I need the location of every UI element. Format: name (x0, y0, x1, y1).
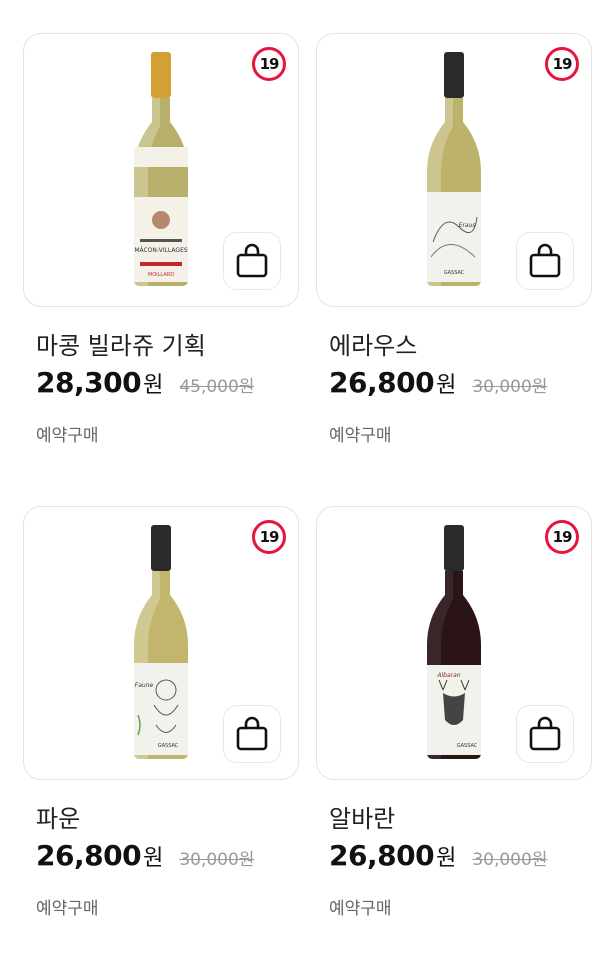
preorder-tag: 예약구매 (329, 426, 392, 446)
bottle-brand-text: GASSAC (457, 743, 478, 749)
product-thumbnail[interactable]: Albaran GASSAC 19 (316, 506, 592, 780)
bottle-brand-text: MOILLARD (148, 272, 174, 278)
age-restriction-badge: 19 (252, 520, 286, 554)
product-thumbnail[interactable]: MÂCON-VILLAGES MOILLARD 19 (23, 33, 299, 307)
product-name[interactable]: 알바란 (329, 799, 395, 834)
currency-label: 원 (436, 846, 457, 871)
age-restriction-badge: 19 (545, 47, 579, 81)
price-row: 26,800 원 30,000원 (36, 839, 254, 872)
product-grid: MÂCON-VILLAGES MOILLARD 19 마콩 빌라쥬 기획 28,… (0, 0, 616, 954)
original-price: 30,000원 (472, 377, 548, 397)
age-restriction-badge: 19 (252, 47, 286, 81)
currency-label: 원 (143, 846, 164, 871)
product-card[interactable]: MÂCON-VILLAGES MOILLARD 19 마콩 빌라쥬 기획 28,… (23, 33, 299, 446)
age-restriction-badge: 19 (545, 520, 579, 554)
product-name[interactable]: 에라우스 (329, 326, 417, 361)
wine-bottle-image: Faune GASSAC (134, 525, 188, 759)
product-thumbnail[interactable]: Eraus GASSAC 19 (316, 33, 592, 307)
bottle-label-text: Albaran (436, 672, 460, 679)
sale-price: 28,300 (36, 366, 142, 399)
price-row: 28,300 원 45,000원 (36, 366, 254, 399)
wine-bottle-image: MÂCON-VILLAGES MOILLARD (134, 52, 188, 286)
add-to-cart-button[interactable] (516, 232, 574, 290)
product-card[interactable]: Albaran GASSAC 19 알바란 26,800 원 30,000원 예… (316, 506, 592, 919)
original-price: 30,000원 (179, 850, 255, 870)
shopping-bag-icon (236, 716, 268, 751)
bottle-label-text: MÂCON-VILLAGES (134, 247, 188, 254)
product-name[interactable]: 마콩 빌라쥬 기획 (36, 326, 206, 361)
add-to-cart-button[interactable] (516, 705, 574, 763)
preorder-tag: 예약구매 (36, 899, 99, 919)
price-row: 26,800 원 30,000원 (329, 839, 547, 872)
preorder-tag: 예약구매 (329, 899, 392, 919)
add-to-cart-button[interactable] (223, 232, 281, 290)
sale-price: 26,800 (36, 839, 142, 872)
price-row: 26,800 원 30,000원 (329, 366, 547, 399)
currency-label: 원 (143, 373, 164, 398)
bottle-brand-text: GASSAC (444, 270, 465, 276)
product-name[interactable]: 파운 (36, 799, 80, 834)
product-thumbnail[interactable]: Faune GASSAC 19 (23, 506, 299, 780)
sale-price: 26,800 (329, 366, 435, 399)
original-price: 45,000원 (179, 377, 255, 397)
shopping-bag-icon (529, 243, 561, 278)
bottle-label-text: Faune (135, 682, 154, 689)
add-to-cart-button[interactable] (223, 705, 281, 763)
product-card[interactable]: Eraus GASSAC 19 에라우스 26,800 원 30,000원 예약… (316, 33, 592, 446)
product-card[interactable]: Faune GASSAC 19 파운 26,800 원 30,000원 예약구매 (23, 506, 299, 919)
preorder-tag: 예약구매 (36, 426, 99, 446)
sale-price: 26,800 (329, 839, 435, 872)
original-price: 30,000원 (472, 850, 548, 870)
currency-label: 원 (436, 373, 457, 398)
shopping-bag-icon (529, 716, 561, 751)
shopping-bag-icon (236, 243, 268, 278)
wine-bottle-image: Albaran GASSAC (427, 525, 481, 759)
bottle-label-text: Eraus (459, 222, 476, 229)
wine-bottle-image: Eraus GASSAC (427, 52, 481, 286)
bottle-brand-text: GASSAC (158, 743, 179, 749)
